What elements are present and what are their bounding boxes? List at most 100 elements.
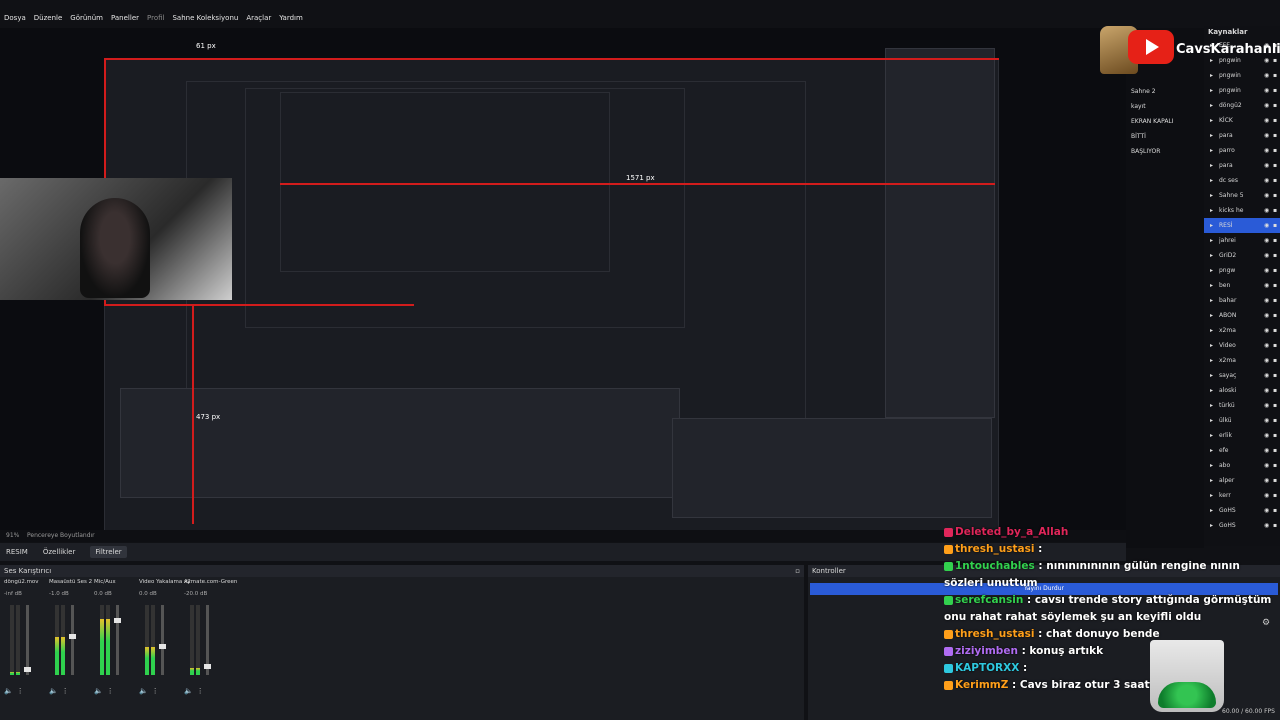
fader-knob[interactable] [204, 663, 211, 669]
visibility-eye-icon[interactable]: ◉ [1264, 383, 1271, 398]
lock-icon[interactable]: ▪ [1273, 488, 1280, 503]
menu-file[interactable]: Dosya [4, 10, 26, 26]
visibility-eye-icon[interactable]: ◉ [1264, 398, 1271, 413]
menu-help[interactable]: Yardım [279, 10, 303, 26]
source-item[interactable]: ▸ abo ◉ ▪ [1204, 458, 1280, 473]
visibility-eye-icon[interactable]: ◉ [1264, 83, 1271, 98]
lock-icon[interactable]: ▪ [1273, 338, 1280, 353]
lock-icon[interactable]: ▪ [1273, 293, 1280, 308]
lock-icon[interactable]: ▪ [1273, 143, 1280, 158]
lock-icon[interactable]: ▪ [1273, 503, 1280, 518]
visibility-eye-icon[interactable]: ◉ [1264, 368, 1271, 383]
source-item[interactable]: ▸ pngwin ◉ ▪ [1204, 83, 1280, 98]
more-options-icon[interactable]: ⋮ [197, 687, 204, 695]
source-item[interactable]: ▸ GriD2 ◉ ▪ [1204, 248, 1280, 263]
visibility-eye-icon[interactable]: ◉ [1264, 293, 1271, 308]
mute-speaker-icon[interactable]: 🔈 [184, 687, 193, 695]
scene-item[interactable]: kayıt [1126, 99, 1204, 114]
visibility-eye-icon[interactable]: ◉ [1264, 188, 1271, 203]
more-options-icon[interactable]: ⋮ [62, 687, 69, 695]
source-item[interactable]: ▸ Sahne 5 ◉ ▪ [1204, 188, 1280, 203]
source-item[interactable]: ▸ alper ◉ ▪ [1204, 473, 1280, 488]
dock-close-icon[interactable]: ▫ [795, 565, 800, 577]
lock-icon[interactable]: ▪ [1273, 248, 1280, 263]
lock-icon[interactable]: ▪ [1273, 83, 1280, 98]
lock-icon[interactable]: ▪ [1273, 428, 1280, 443]
lock-icon[interactable]: ▪ [1273, 353, 1280, 368]
lock-icon[interactable]: ▪ [1273, 203, 1280, 218]
lock-icon[interactable]: ▪ [1273, 128, 1280, 143]
source-item[interactable]: ▸ kerr ◉ ▪ [1204, 488, 1280, 503]
visibility-eye-icon[interactable]: ◉ [1264, 158, 1271, 173]
source-item[interactable]: ▸ para ◉ ▪ [1204, 158, 1280, 173]
visibility-eye-icon[interactable]: ◉ [1264, 413, 1271, 428]
properties-button[interactable]: Özellikler [38, 546, 81, 558]
source-item[interactable]: ▸ parro ◉ ▪ [1204, 143, 1280, 158]
filters-button[interactable]: Filtreler [90, 546, 127, 558]
visibility-eye-icon[interactable]: ◉ [1264, 338, 1271, 353]
visibility-eye-icon[interactable]: ◉ [1264, 248, 1271, 263]
menu-scene-collection[interactable]: Sahne Koleksiyonu [172, 10, 238, 26]
source-item[interactable]: ▸ jahrei ◉ ▪ [1204, 233, 1280, 248]
source-item[interactable]: ▸ ülkü ◉ ▪ [1204, 413, 1280, 428]
volume-fader[interactable] [159, 605, 166, 675]
visibility-eye-icon[interactable]: ◉ [1264, 128, 1271, 143]
lock-icon[interactable]: ▪ [1273, 263, 1280, 278]
mute-speaker-icon[interactable]: 🔈 [4, 687, 13, 695]
source-item[interactable]: ▸ x2ma ◉ ▪ [1204, 353, 1280, 368]
visibility-eye-icon[interactable]: ◉ [1264, 143, 1271, 158]
visibility-eye-icon[interactable]: ◉ [1264, 203, 1271, 218]
visibility-eye-icon[interactable]: ◉ [1264, 173, 1271, 188]
visibility-eye-icon[interactable]: ◉ [1264, 278, 1271, 293]
source-item[interactable]: ▸ GoHS ◉ ▪ [1204, 503, 1280, 518]
mute-speaker-icon[interactable]: 🔈 [49, 687, 58, 695]
menu-profile[interactable]: Profil [147, 10, 164, 26]
source-item[interactable]: ▸ efe ◉ ▪ [1204, 443, 1280, 458]
more-options-icon[interactable]: ⋮ [17, 687, 24, 695]
lock-icon[interactable]: ▪ [1273, 188, 1280, 203]
source-item[interactable]: ▸ KİCK ◉ ▪ [1204, 113, 1280, 128]
source-item[interactable]: ▸ ABON ◉ ▪ [1204, 308, 1280, 323]
lock-icon[interactable]: ▪ [1273, 368, 1280, 383]
webcam-source[interactable] [0, 178, 232, 300]
fader-knob[interactable] [159, 644, 166, 649]
source-item[interactable]: ▸ ben ◉ ▪ [1204, 278, 1280, 293]
fader-knob[interactable] [24, 666, 31, 672]
lock-icon[interactable]: ▪ [1273, 413, 1280, 428]
lock-icon[interactable]: ▪ [1273, 443, 1280, 458]
source-item[interactable]: ▸ x2ma ◉ ▪ [1204, 323, 1280, 338]
zoom-level[interactable]: 91% [6, 532, 19, 539]
source-item[interactable]: ▸ döngü2 ◉ ▪ [1204, 98, 1280, 113]
visibility-eye-icon[interactable]: ◉ [1264, 473, 1271, 488]
source-item[interactable]: ▸ türkü ◉ ▪ [1204, 398, 1280, 413]
menu-edit[interactable]: Düzenle [34, 10, 63, 26]
volume-fader[interactable] [24, 605, 31, 675]
source-item[interactable]: ▸ dc ses ◉ ▪ [1204, 173, 1280, 188]
volume-fader[interactable] [114, 605, 121, 675]
menu-docks[interactable]: Paneller [111, 10, 139, 26]
lock-icon[interactable]: ▪ [1273, 113, 1280, 128]
source-item[interactable]: ▸ RESİ ◉ ▪ [1204, 218, 1280, 233]
visibility-eye-icon[interactable]: ◉ [1264, 323, 1271, 338]
lock-icon[interactable]: ▪ [1273, 233, 1280, 248]
visibility-eye-icon[interactable]: ◉ [1264, 308, 1271, 323]
visibility-eye-icon[interactable]: ◉ [1264, 218, 1271, 233]
source-item[interactable]: ▸ bahar ◉ ▪ [1204, 293, 1280, 308]
lock-icon[interactable]: ▪ [1273, 98, 1280, 113]
source-item[interactable]: ▸ para ◉ ▪ [1204, 128, 1280, 143]
source-item[interactable]: ▸ Video ◉ ▪ [1204, 338, 1280, 353]
fader-knob[interactable] [114, 618, 121, 623]
menu-view[interactable]: Görünüm [70, 10, 103, 26]
mute-speaker-icon[interactable]: 🔈 [94, 687, 103, 695]
lock-icon[interactable]: ▪ [1273, 398, 1280, 413]
source-item[interactable]: ▸ sayaç ◉ ▪ [1204, 368, 1280, 383]
scene-item[interactable]: EKRAN KAPALI [1126, 114, 1204, 129]
lock-icon[interactable]: ▪ [1273, 278, 1280, 293]
lock-icon[interactable]: ▪ [1273, 218, 1280, 233]
menu-tools[interactable]: Araçlar [246, 10, 271, 26]
more-options-icon[interactable]: ⋮ [152, 687, 159, 695]
visibility-eye-icon[interactable]: ◉ [1264, 233, 1271, 248]
lock-icon[interactable]: ▪ [1273, 473, 1280, 488]
visibility-eye-icon[interactable]: ◉ [1264, 458, 1271, 473]
scene-item[interactable]: BAŞLIYOR [1126, 144, 1204, 159]
